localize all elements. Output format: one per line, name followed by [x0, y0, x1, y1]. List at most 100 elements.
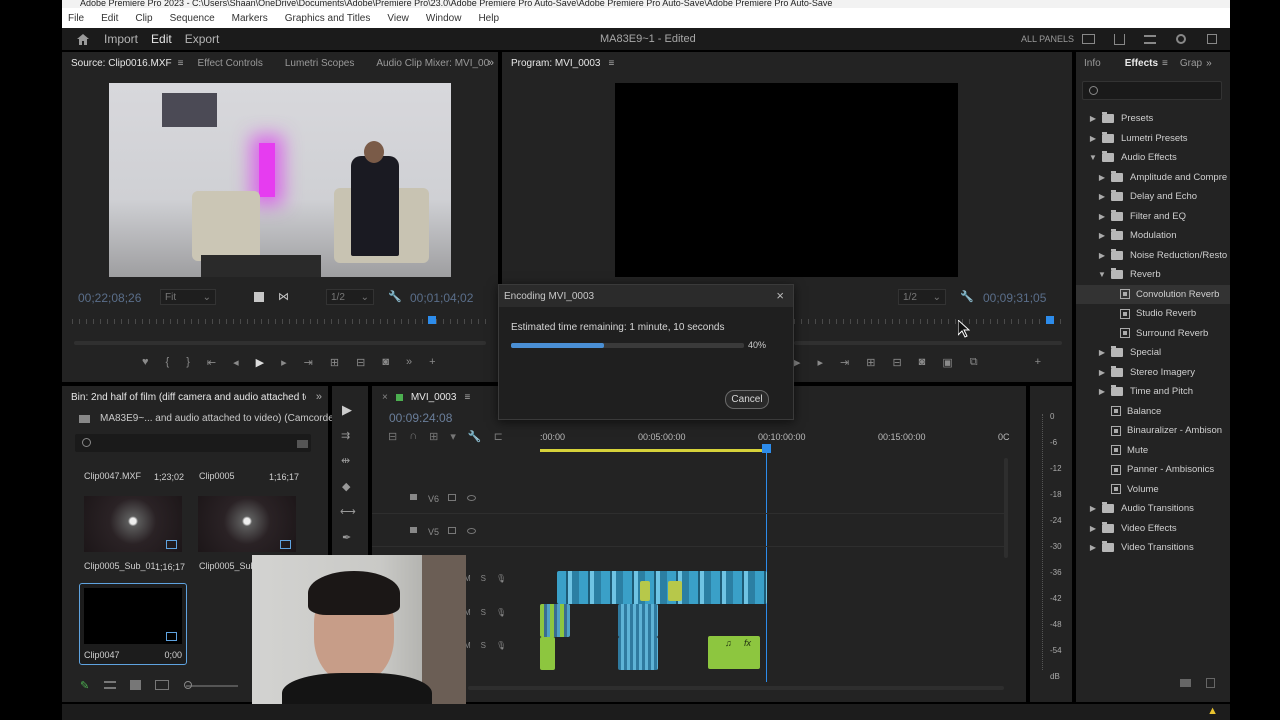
camera-icon[interactable]: ◙ [919, 356, 926, 369]
list-view-icon[interactable] [104, 681, 116, 689]
timeline-playhead[interactable] [766, 444, 767, 682]
video-clip[interactable] [557, 571, 767, 604]
sync-lock-icon[interactable] [448, 527, 456, 534]
chevron-down-icon[interactable]: ▼ [1097, 270, 1107, 279]
workspace-tab-edit[interactable]: Edit [151, 32, 172, 46]
step-forward-icon[interactable]: ▸ [817, 356, 823, 369]
extract-icon[interactable]: ⊟ [892, 356, 901, 369]
play-icon[interactable]: ▶ [256, 356, 264, 369]
eye-icon[interactable] [467, 528, 476, 534]
effects-tree-item[interactable]: ▶ Video Transitions [1076, 538, 1230, 557]
wrench-icon[interactable]: 🔧 [960, 290, 974, 303]
chevron-right-icon[interactable]: ▶ [1097, 348, 1107, 357]
bin-title[interactable]: Bin: 2nd half of film (diff camera and a… [71, 392, 306, 403]
effects-tree-item[interactable]: ▶ Modulation [1076, 226, 1230, 245]
effects-tree-item[interactable]: ▶ Amplitude and Compre [1076, 168, 1230, 187]
pencil-icon[interactable]: ✎ [80, 679, 89, 692]
menu-help[interactable]: Help [478, 13, 499, 24]
add-marker-icon[interactable]: ▾ [450, 430, 456, 443]
add-control-icon[interactable]: + [429, 356, 435, 369]
work-area-bar[interactable] [540, 449, 766, 452]
tab-source[interactable]: Source: Clip0016.MXF [71, 58, 172, 69]
stop-icon[interactable] [254, 292, 264, 302]
menu-clip[interactable]: Clip [135, 13, 152, 24]
effects-tree-item[interactable]: ▼ Audio Effects [1076, 148, 1230, 167]
chevron-right-icon[interactable]: ▶ [1088, 504, 1098, 513]
linked-selection-icon[interactable]: ⊞ [429, 430, 438, 443]
go-to-in-icon[interactable]: ⇤ [207, 356, 216, 369]
effects-tree-item[interactable]: ▶ Time and Pitch [1076, 382, 1230, 401]
workspace-tab-import[interactable]: Import [104, 32, 138, 46]
source-resolution-dropdown[interactable]: 1/2 ⌄ [326, 289, 374, 305]
chevron-right-icon[interactable]: ▶ [1088, 114, 1098, 123]
step-back-icon[interactable]: ◂ [233, 356, 239, 369]
menu-sequence[interactable]: Sequence [170, 13, 215, 24]
effects-tree-item[interactable]: ▼ Reverb [1076, 265, 1230, 284]
timeline-timecode[interactable]: 00:09:24:08 [389, 411, 452, 425]
effects-tree-item[interactable]: Convolution Reverb [1076, 284, 1230, 304]
menu-markers[interactable]: Markers [232, 13, 268, 24]
chevron-right-icon[interactable]: ▶ [1097, 231, 1107, 240]
effects-tree-item[interactable]: Studio Reverb [1076, 304, 1230, 323]
camera-icon[interactable]: ◙ [382, 356, 389, 369]
source-tab-menu-icon[interactable]: ≡ [178, 58, 184, 69]
panel-overflow-icon[interactable]: » [1206, 58, 1212, 69]
razor-tool-icon[interactable]: ◆ [342, 480, 350, 493]
menu-graphics-and-titles[interactable]: Graphics and Titles [285, 13, 371, 24]
menu-lines-icon[interactable] [1144, 34, 1156, 44]
fullscreen-icon[interactable] [1207, 34, 1217, 44]
tab-graphics[interactable]: Grap [1180, 58, 1202, 69]
more-controls-icon[interactable]: » [406, 356, 412, 369]
lock-icon[interactable] [410, 494, 417, 500]
effects-tree-item[interactable]: Volume [1076, 480, 1230, 499]
effects-tree-item[interactable]: Mute [1076, 441, 1230, 460]
effects-tree-item[interactable]: ▶ Special [1076, 343, 1230, 362]
effects-search-field[interactable] [1082, 81, 1222, 100]
zoom-slider-handle[interactable] [184, 681, 192, 689]
effects-tree-item[interactable]: ▶ Noise Reduction/Resto [1076, 246, 1230, 265]
track-select-tool-icon[interactable]: ⇉ [341, 429, 350, 442]
new-search-bin-icon[interactable] [297, 440, 308, 448]
pen-tool-icon[interactable]: ✒ [342, 531, 351, 544]
panel-layout-icon[interactable] [1082, 34, 1095, 44]
panel-overflow-icon[interactable]: » [316, 391, 322, 403]
solo-toggle[interactable]: S [481, 608, 486, 617]
go-to-out-icon[interactable]: ⇥ [840, 356, 849, 369]
effects-tree-item[interactable]: Panner - Ambisonics [1076, 460, 1230, 479]
cancel-button[interactable]: Cancel [725, 390, 769, 409]
timeline-vertical-scrollbar[interactable] [1004, 458, 1008, 558]
chevron-right-icon[interactable]: ▶ [1088, 543, 1098, 552]
menu-file[interactable]: File [68, 13, 84, 24]
source-time-ruler[interactable] [72, 319, 486, 324]
effects-tree-item[interactable]: Balance [1076, 402, 1230, 421]
effects-tab-menu-icon[interactable]: ≡ [1162, 58, 1168, 69]
tab-sequence[interactable]: MVI_0003 [411, 392, 457, 403]
effects-tree-item[interactable]: ▶ Video Effects [1076, 519, 1230, 538]
mark-out-icon[interactable]: } [186, 356, 190, 369]
effects-tree-item[interactable]: Binauralizer - Ambison [1076, 421, 1230, 440]
warning-icon[interactable]: ▲ [1207, 705, 1218, 717]
add-control-icon[interactable]: + [1035, 356, 1041, 369]
vr-icon[interactable]: ⧉ [970, 356, 978, 369]
chevron-right-icon[interactable]: ▶ [1097, 173, 1107, 182]
tab-program[interactable]: Program: MVI_0003 [511, 58, 601, 69]
fit-dropdown[interactable]: Fit ⌄ [160, 289, 216, 305]
track-label-v5[interactable]: V5 [428, 527, 439, 537]
effects-tree-item[interactable]: ▶ Presets [1076, 109, 1230, 128]
trash-icon[interactable] [1206, 678, 1215, 688]
search-icon[interactable] [1176, 34, 1186, 44]
captions-icon[interactable]: ⊏ [494, 430, 503, 443]
effects-tree-item[interactable]: ▶ Filter and EQ [1076, 207, 1230, 226]
bin-search-field[interactable] [75, 434, 311, 452]
menu-edit[interactable]: Edit [101, 13, 118, 24]
track-label-v6[interactable]: V6 [428, 494, 439, 504]
share-icon[interactable] [1114, 33, 1125, 45]
program-playhead[interactable] [1046, 316, 1054, 324]
compare-icon[interactable]: ▣ [942, 356, 952, 369]
video-clip[interactable] [640, 581, 650, 601]
timeline-horizontal-scrollbar[interactable] [468, 686, 1004, 690]
home-icon[interactable] [76, 33, 90, 46]
close-icon[interactable]: × [382, 392, 388, 403]
eye-icon[interactable] [467, 495, 476, 501]
source-timecode-left[interactable]: 00;22;08;26 [78, 291, 141, 305]
